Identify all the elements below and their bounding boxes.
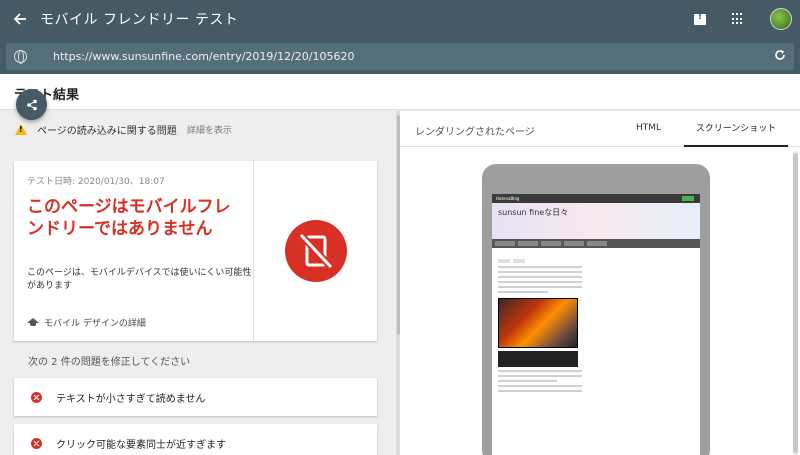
url-text[interactable]: https://www.sunsunfine.com/entry/2019/12… — [53, 50, 355, 63]
globe-icon — [14, 50, 27, 64]
url-bar: https://www.sunsunfine.com/entry/2019/12… — [0, 38, 800, 74]
verdict-text: このページはモバイルフレンドリーではありません — [27, 197, 231, 239]
screenshot-blog-name: sunsun fineな日々 — [498, 208, 569, 217]
right-panel-header: レンダリングされたページ HTML スクリーンショット — [400, 111, 800, 147]
not-mobile-friendly-icon — [284, 220, 347, 282]
app-title: モバイル フレンドリー テスト — [40, 12, 239, 28]
right-panel: レンダリングされたページ HTML スクリーンショット HatenaBlog s… — [400, 111, 800, 455]
mobile-design-link[interactable]: モバイル デザインの詳細 — [27, 316, 146, 329]
right-scrollbar[interactable] — [793, 153, 798, 453]
problem-label: クリック可能な要素同士が近すぎます — [56, 439, 226, 451]
result-card: テスト日時: 2020/01/30、18:07 このページはモバイルフレンドリー… — [14, 161, 377, 341]
url-field[interactable]: https://www.sunsunfine.com/entry/2019/12… — [6, 43, 794, 70]
issues-text: ページの読み込みに関する問題 — [37, 125, 177, 137]
app-bar: モバイル フレンドリー テスト — [0, 0, 800, 38]
school-cap-icon — [27, 318, 39, 327]
share-button[interactable] — [16, 89, 47, 120]
page-loading-issues: ページの読み込みに関する問題 詳細を表示 — [0, 111, 396, 147]
mobile-design-link-label: モバイル デザインの詳細 — [44, 319, 146, 329]
share-icon — [26, 99, 37, 110]
results-header: テスト結果 — [0, 74, 800, 110]
avatar[interactable] — [770, 8, 792, 30]
fix-issues-title: 次の 2 件の問題を修正してください — [28, 357, 191, 368]
left-panel: ページの読み込みに関する問題 詳細を表示 テスト日時: 2020/01/30、1… — [0, 111, 396, 455]
apps-grid-icon[interactable] — [732, 13, 744, 25]
error-icon — [31, 437, 42, 449]
problem-label: テキストが小さすぎて読めません — [56, 393, 206, 405]
feedback-icon[interactable] — [694, 12, 706, 25]
error-icon — [31, 391, 42, 403]
screenshot-header-label: HatenaBlog — [496, 196, 520, 201]
tab-html[interactable]: HTML — [636, 123, 661, 133]
verdict-description: このページは、モバイルデバイスでは使いにくい可能性があります — [27, 268, 252, 291]
tab-screenshot[interactable]: スクリーンショット — [684, 111, 788, 147]
arrow-back-icon[interactable] — [0, 0, 40, 38]
rendered-screenshot[interactable]: HatenaBlog sunsun fineな日々 — [492, 194, 700, 455]
rendered-page-title: レンダリングされたページ — [415, 127, 535, 138]
test-date: テスト日時: 2020/01/30、18:07 — [27, 177, 165, 187]
problem-item[interactable]: テキストが小さすぎて読めません — [14, 378, 377, 416]
warning-icon — [15, 123, 27, 135]
reload-icon[interactable] — [774, 49, 786, 65]
screenshot-photo — [498, 298, 578, 348]
phone-frame: HatenaBlog sunsun fineな日々 — [482, 164, 710, 455]
problem-item[interactable]: クリック可能な要素同士が近すぎます — [14, 424, 377, 455]
show-details-link[interactable]: 詳細を表示 — [187, 123, 232, 136]
